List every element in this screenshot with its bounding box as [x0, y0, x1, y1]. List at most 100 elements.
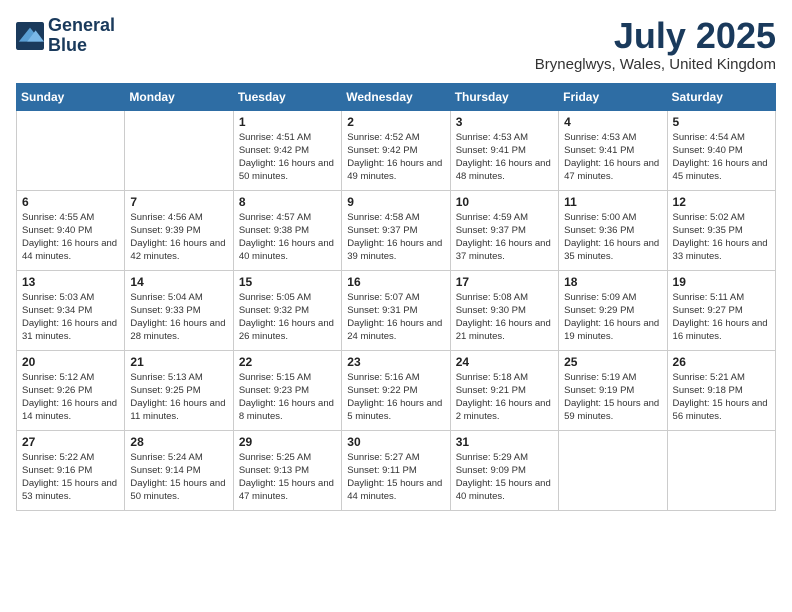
day-number: 18: [564, 275, 661, 289]
day-info: Sunrise: 5:07 AMSunset: 9:31 PMDaylight:…: [347, 291, 444, 344]
day-number: 11: [564, 195, 661, 209]
day-info: Sunrise: 5:13 AMSunset: 9:25 PMDaylight:…: [130, 371, 227, 424]
calendar-cell: 26 Sunrise: 5:21 AMSunset: 9:18 PMDayligh…: [667, 350, 775, 430]
calendar-cell: 18 Sunrise: 5:09 AMSunset: 9:29 PMDayligh…: [559, 270, 667, 350]
calendar-cell: 20 Sunrise: 5:12 AMSunset: 9:26 PMDayligh…: [17, 350, 125, 430]
day-number: 29: [239, 435, 336, 449]
calendar-cell: 10Sunrise: 4:59 AMSunset: 9:37 PMDayligh…: [450, 190, 558, 270]
day-number: 23: [347, 355, 444, 369]
location: Bryneglwys, Wales, United Kingdom: [535, 56, 776, 73]
calendar-cell: 9Sunrise: 4:58 AMSunset: 9:37 PMDaylight…: [342, 190, 450, 270]
day-info: Sunrise: 4:55 AMSunset: 9:40 PMDaylight:…: [22, 211, 119, 264]
day-number: 3: [456, 115, 553, 129]
weekday-header: Monday: [125, 83, 233, 110]
calendar-cell: [559, 430, 667, 510]
day-info: Sunrise: 5:24 AMSunset: 9:14 PMDaylight:…: [130, 451, 227, 504]
day-number: 15: [239, 275, 336, 289]
day-number: 14: [130, 275, 227, 289]
day-number: 31: [456, 435, 553, 449]
day-number: 8: [239, 195, 336, 209]
day-number: 17: [456, 275, 553, 289]
day-info: Sunrise: 5:21 AMSunset: 9:18 PMDaylight:…: [673, 371, 770, 424]
day-number: 19: [673, 275, 770, 289]
day-number: 25: [564, 355, 661, 369]
day-info: Sunrise: 5:18 AMSunset: 9:21 PMDaylight:…: [456, 371, 553, 424]
day-info: Sunrise: 4:51 AMSunset: 9:42 PMDaylight:…: [239, 131, 336, 184]
calendar-cell: 12 Sunrise: 5:02 AMSunset: 9:35 PMDayligh…: [667, 190, 775, 270]
calendar-cell: [17, 110, 125, 190]
calendar-cell: [125, 110, 233, 190]
day-info: Sunrise: 5:25 AMSunset: 9:13 PMDaylight:…: [239, 451, 336, 504]
day-info: Sunrise: 5:09 AMSunset: 9:29 PMDaylight:…: [564, 291, 661, 344]
day-number: 6: [22, 195, 119, 209]
day-number: 9: [347, 195, 444, 209]
calendar-cell: 19 Sunrise: 5:11 AMSunset: 9:27 PMDayligh…: [667, 270, 775, 350]
month-year: July 2025: [535, 16, 776, 56]
day-info: Sunrise: 5:11 AMSunset: 9:27 PMDaylight:…: [673, 291, 770, 344]
day-number: 26: [673, 355, 770, 369]
calendar-week-row: 13 Sunrise: 5:03 AMSunset: 9:34 PMDayligh…: [17, 270, 776, 350]
day-info: Sunrise: 5:16 AMSunset: 9:22 PMDaylight:…: [347, 371, 444, 424]
day-number: 1: [239, 115, 336, 129]
calendar-week-row: 20 Sunrise: 5:12 AMSunset: 9:26 PMDayligh…: [17, 350, 776, 430]
day-number: 21: [130, 355, 227, 369]
day-number: 20: [22, 355, 119, 369]
day-number: 28: [130, 435, 227, 449]
day-info: Sunrise: 5:00 AMSunset: 9:36 PMDaylight:…: [564, 211, 661, 264]
calendar-cell: 14 Sunrise: 5:04 AMSunset: 9:33 PMDayligh…: [125, 270, 233, 350]
day-info: Sunrise: 4:56 AMSunset: 9:39 PMDaylight:…: [130, 211, 227, 264]
calendar-cell: 29 Sunrise: 5:25 AMSunset: 9:13 PMDayligh…: [233, 430, 341, 510]
weekday-header: Wednesday: [342, 83, 450, 110]
day-info: Sunrise: 5:05 AMSunset: 9:32 PMDaylight:…: [239, 291, 336, 344]
day-info: Sunrise: 5:03 AMSunset: 9:34 PMDaylight:…: [22, 291, 119, 344]
day-number: 7: [130, 195, 227, 209]
calendar-cell: 31Sunrise: 5:29 AMSunset: 9:09 PMDayligh…: [450, 430, 558, 510]
calendar-cell: [667, 430, 775, 510]
calendar-cell: 8Sunrise: 4:57 AMSunset: 9:38 PMDaylight…: [233, 190, 341, 270]
day-info: Sunrise: 5:02 AMSunset: 9:35 PMDaylight:…: [673, 211, 770, 264]
calendar-cell: 16 Sunrise: 5:07 AMSunset: 9:31 PMDayligh…: [342, 270, 450, 350]
calendar-week-row: 27Sunrise: 5:22 AMSunset: 9:16 PMDayligh…: [17, 430, 776, 510]
calendar-cell: 15 Sunrise: 5:05 AMSunset: 9:32 PMDayligh…: [233, 270, 341, 350]
weekday-header: Sunday: [17, 83, 125, 110]
calendar-cell: 5Sunrise: 4:54 AMSunset: 9:40 PMDaylight…: [667, 110, 775, 190]
calendar-cell: 23 Sunrise: 5:16 AMSunset: 9:22 PMDayligh…: [342, 350, 450, 430]
calendar-table: SundayMondayTuesdayWednesdayThursdayFrid…: [16, 83, 776, 511]
calendar-cell: 24 Sunrise: 5:18 AMSunset: 9:21 PMDayligh…: [450, 350, 558, 430]
day-info: Sunrise: 5:08 AMSunset: 9:30 PMDaylight:…: [456, 291, 553, 344]
calendar-cell: 4Sunrise: 4:53 AMSunset: 9:41 PMDaylight…: [559, 110, 667, 190]
calendar-week-row: 1 Sunrise: 4:51 AMSunset: 9:42 PMDaylight…: [17, 110, 776, 190]
calendar-cell: 7 Sunrise: 4:56 AMSunset: 9:39 PMDaylight…: [125, 190, 233, 270]
day-number: 13: [22, 275, 119, 289]
calendar-cell: 28 Sunrise: 5:24 AMSunset: 9:14 PMDayligh…: [125, 430, 233, 510]
day-number: 30: [347, 435, 444, 449]
calendar-cell: 6 Sunrise: 4:55 AMSunset: 9:40 PMDaylight…: [17, 190, 125, 270]
weekday-header: Thursday: [450, 83, 558, 110]
day-number: 2: [347, 115, 444, 129]
day-info: Sunrise: 4:53 AMSunset: 9:41 PMDaylight:…: [456, 131, 553, 184]
weekday-header: Tuesday: [233, 83, 341, 110]
day-number: 16: [347, 275, 444, 289]
calendar-cell: 27Sunrise: 5:22 AMSunset: 9:16 PMDayligh…: [17, 430, 125, 510]
logo-text: General Blue: [48, 16, 115, 56]
logo-icon: [16, 22, 44, 50]
day-number: 12: [673, 195, 770, 209]
day-number: 22: [239, 355, 336, 369]
calendar-body: 1 Sunrise: 4:51 AMSunset: 9:42 PMDaylight…: [17, 110, 776, 510]
title-block: July 2025 Bryneglwys, Wales, United King…: [535, 16, 776, 73]
day-info: Sunrise: 5:22 AMSunset: 9:16 PMDaylight:…: [22, 451, 119, 504]
day-info: Sunrise: 5:04 AMSunset: 9:33 PMDaylight:…: [130, 291, 227, 344]
calendar-cell: 30 Sunrise: 5:27 AMSunset: 9:11 PMDayligh…: [342, 430, 450, 510]
day-number: 10: [456, 195, 553, 209]
day-number: 4: [564, 115, 661, 129]
calendar-cell: 11 Sunrise: 5:00 AMSunset: 9:36 PMDayligh…: [559, 190, 667, 270]
calendar-cell: 13 Sunrise: 5:03 AMSunset: 9:34 PMDayligh…: [17, 270, 125, 350]
day-number: 24: [456, 355, 553, 369]
calendar-cell: 3 Sunrise: 4:53 AMSunset: 9:41 PMDaylight…: [450, 110, 558, 190]
calendar-cell: 1 Sunrise: 4:51 AMSunset: 9:42 PMDaylight…: [233, 110, 341, 190]
day-info: Sunrise: 5:27 AMSunset: 9:11 PMDaylight:…: [347, 451, 444, 504]
calendar-cell: 17 Sunrise: 5:08 AMSunset: 9:30 PMDayligh…: [450, 270, 558, 350]
day-info: Sunrise: 5:12 AMSunset: 9:26 PMDaylight:…: [22, 371, 119, 424]
calendar-cell: 21 Sunrise: 5:13 AMSunset: 9:25 PMDayligh…: [125, 350, 233, 430]
day-info: Sunrise: 5:15 AMSunset: 9:23 PMDaylight:…: [239, 371, 336, 424]
